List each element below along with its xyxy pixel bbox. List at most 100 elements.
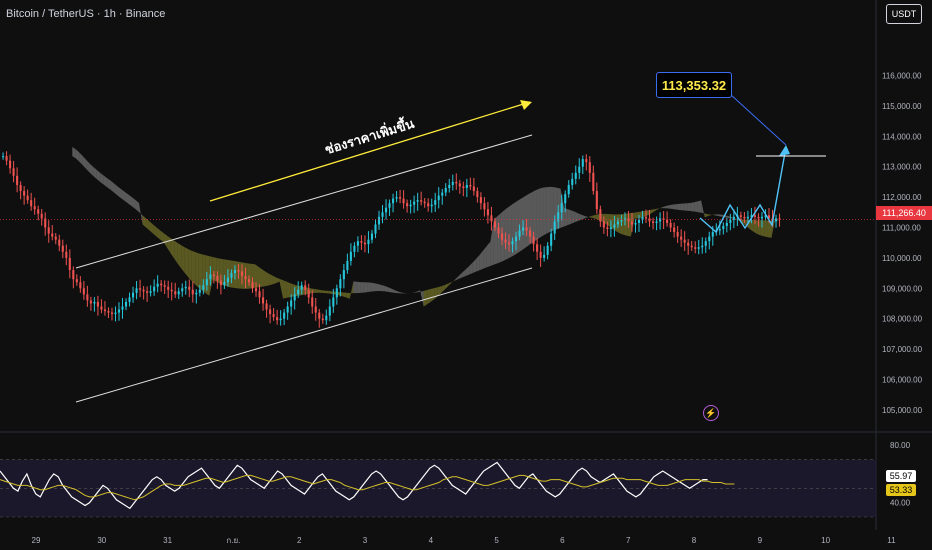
candle-body (507, 242, 511, 245)
candle-body (567, 184, 570, 195)
ichimoku-cloud-segment (472, 258, 477, 274)
time-axis-tick: 29 (32, 536, 41, 545)
candle-body (504, 239, 507, 243)
candle-body (490, 215, 493, 222)
candle-body (328, 306, 331, 316)
candle-body (286, 306, 289, 313)
candle-body (311, 297, 314, 307)
ichimoku-cloud-segment (402, 292, 407, 294)
ichimoku-cloud-segment (514, 200, 519, 255)
candle-body (381, 212, 384, 217)
candle-body (332, 297, 335, 307)
candle-body (560, 203, 563, 213)
candle-body (195, 292, 198, 295)
candle-body (666, 219, 669, 223)
time-axis-tick: 10 (821, 536, 830, 545)
candle-body (100, 306, 103, 310)
currency-button[interactable]: USDT (886, 4, 922, 24)
ichimoku-cloud-segment (146, 218, 150, 231)
candle-body (33, 206, 36, 210)
ichimoku-cloud-segment (522, 195, 526, 251)
target-callout: 113,353.32 (656, 72, 732, 98)
ichimoku-cloud-segment (247, 263, 252, 289)
ichimoku-cloud-segment (283, 280, 287, 299)
candle-body (146, 291, 149, 293)
candle-body (16, 175, 19, 185)
candle-body (746, 216, 749, 219)
candle-body (314, 306, 317, 313)
candle-body (128, 297, 131, 302)
ichimoku-cloud-segment (395, 290, 400, 294)
ichimoku-cloud-segment (258, 266, 262, 288)
candle-body (613, 224, 616, 228)
candle-body (233, 270, 236, 274)
candle-body (272, 314, 275, 318)
ichimoku-cloud-segment (360, 282, 364, 293)
ichimoku-cloud-segment (715, 214, 719, 217)
candle-body (226, 277, 229, 283)
candle-body (687, 242, 690, 246)
ichimoku-cloud-segment (757, 220, 761, 236)
ichimoku-cloud-segment (588, 215, 593, 218)
candle-body (718, 229, 721, 231)
candle-body (177, 291, 180, 295)
ichimoku-cloud-segment (504, 207, 508, 261)
candle-body (483, 203, 486, 210)
ichimoku-cloud-segment (448, 282, 452, 287)
ichimoku-cloud-segment (160, 230, 164, 243)
candle-body (585, 159, 588, 163)
candle-body (388, 203, 391, 208)
candle-body (680, 236, 683, 240)
ichimoku-cloud-segment (342, 292, 347, 298)
ichimoku-cloud-segment (290, 283, 294, 298)
ichimoku-cloud-segment (637, 211, 642, 219)
candle-body (47, 227, 50, 234)
candle-body (269, 309, 272, 315)
ichimoku-cloud-segment (729, 216, 733, 219)
candle-body (465, 184, 468, 188)
ichimoku-cloud-segment (711, 214, 716, 216)
trend-arrow-line (209, 101, 531, 202)
ichimoku-cloud-segment (550, 186, 554, 232)
candle-body (606, 227, 609, 230)
time-axis-tick: 11 (887, 536, 896, 545)
candle-body (251, 282, 254, 289)
candle-body (708, 236, 711, 242)
candle-body (163, 285, 166, 287)
ichimoku-cloud-segment (226, 259, 231, 288)
ichimoku-cloud-segment (641, 210, 645, 218)
time-axis-tick: 6 (560, 536, 565, 545)
time-axis-tick: 30 (97, 536, 106, 545)
candle-body (321, 318, 324, 321)
ichimoku-cloud-segment (377, 283, 382, 292)
lightning-icon[interactable]: ⚡ (703, 405, 719, 421)
ichimoku-cloud-segment (356, 281, 361, 294)
ichimoku-cloud-segment (662, 205, 667, 209)
ichimoku-cloud-segment (497, 213, 501, 264)
ichimoku-cloud-segment (725, 215, 730, 218)
candle-body (174, 291, 177, 295)
candle-body (244, 276, 247, 280)
callout-leader-line (729, 93, 787, 146)
candle-body (54, 236, 57, 240)
ichimoku-cloud-segment (103, 175, 108, 188)
ichimoku-cloud-segment (753, 220, 758, 235)
ichimoku-cloud-segment (339, 292, 343, 297)
price-axis-tick: 115,000.00 (882, 102, 922, 111)
ichimoku-cloud-segment (434, 287, 438, 300)
ichimoku-cloud-segment (75, 149, 80, 162)
price-chart[interactable]: 116,000.00 115,000.00 114,000.00 113,000.00… (0, 0, 932, 550)
ichimoku-cloud-segment (427, 289, 431, 305)
ichimoku-cloud-segment (525, 193, 530, 248)
candle-body (153, 286, 156, 292)
ichimoku-cloud-segment (135, 199, 140, 213)
ichimoku-cloud-segment (539, 187, 544, 238)
ichimoku-cloud-segment (107, 178, 111, 191)
candle-body (427, 203, 430, 207)
candle-body (493, 221, 496, 228)
time-axis-tick: 5 (494, 536, 499, 545)
ichimoku-cloud-segment (170, 238, 175, 259)
candle-body (356, 241, 359, 246)
candle-body (5, 156, 8, 161)
candle-body (191, 289, 194, 295)
